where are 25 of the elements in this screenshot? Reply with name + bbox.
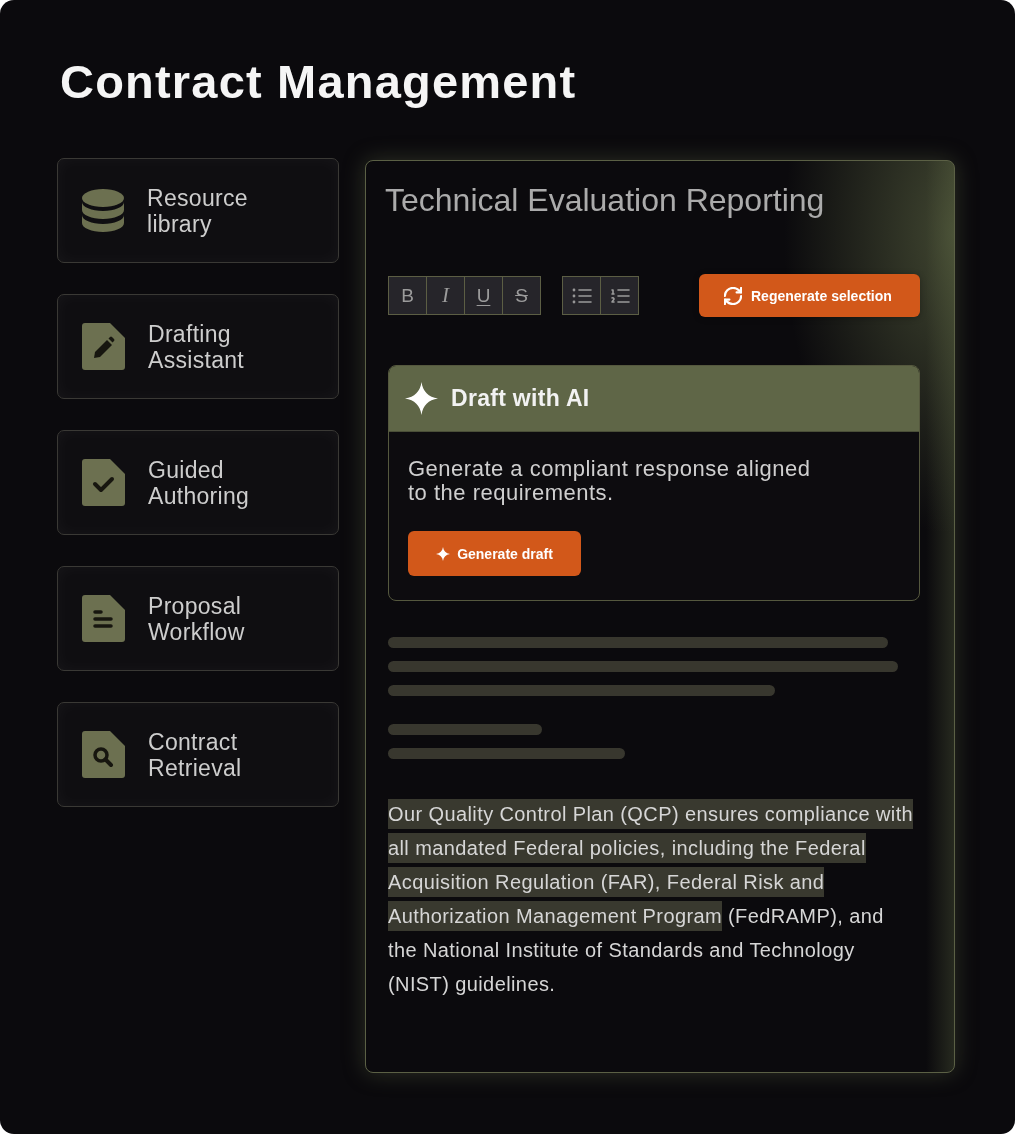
sidebar-item[interactable]: Proposal Workflow — [57, 566, 339, 671]
page-title: Contract Management — [60, 54, 577, 110]
underline-button[interactable]: U — [464, 276, 503, 315]
document-lines-icon — [82, 595, 125, 642]
bold-button[interactable]: B — [388, 276, 427, 315]
editor-title: Technical Evaluation Reporting — [385, 181, 825, 220]
draft-card-title: Draft with AI — [451, 385, 590, 412]
document-pencil-icon — [82, 323, 125, 370]
strikethrough-button[interactable]: S — [502, 276, 541, 315]
sidebar-item[interactable]: Guided Authoring — [57, 430, 339, 535]
sparkle-icon — [436, 546, 451, 561]
document-check-icon — [82, 459, 125, 506]
sparkle-icon — [405, 382, 438, 415]
draft-description: Generate a compliant response aligned to the requirements. — [408, 457, 812, 505]
sidebar-item[interactable]: Contract Retrieval — [57, 702, 339, 807]
database-icon — [82, 189, 124, 232]
bullet-list-button[interactable] — [562, 276, 601, 315]
sidebar-item[interactable]: Resource library — [57, 158, 339, 263]
refresh-icon — [724, 286, 742, 305]
generate-draft-button[interactable]: Generate draft — [408, 531, 581, 576]
numbered-list-button[interactable] — [600, 276, 639, 315]
italic-button[interactable]: I — [426, 276, 465, 315]
regenerate-button[interactable]: Regenerate selection — [699, 274, 920, 317]
sidebar-item[interactable]: Drafting Assistant — [57, 294, 339, 399]
document-search-icon — [82, 731, 125, 778]
